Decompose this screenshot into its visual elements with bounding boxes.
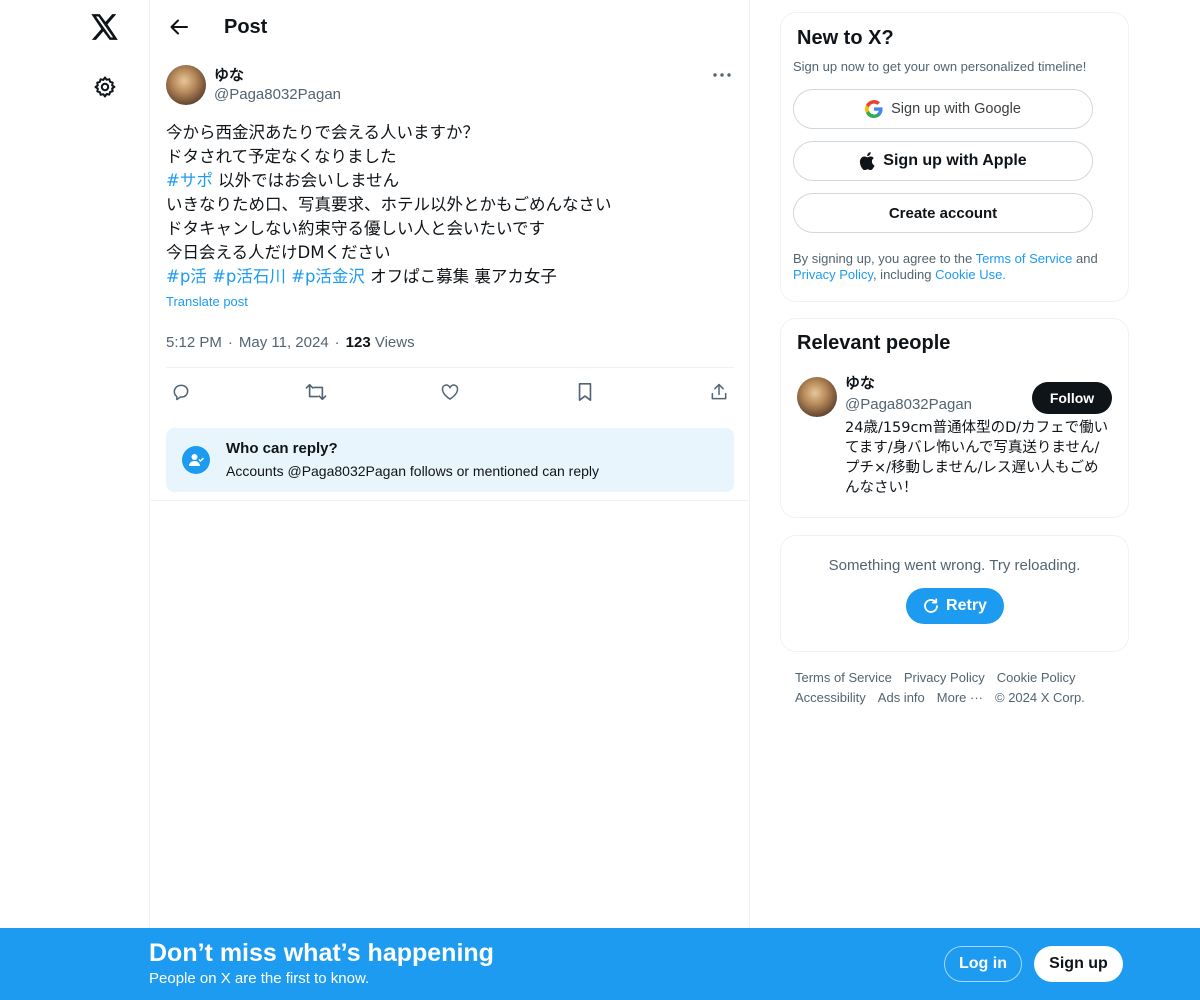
share-icon[interactable] bbox=[708, 381, 730, 403]
create-account-button[interactable]: Create account bbox=[793, 193, 1093, 233]
signup-google-button[interactable]: Sign up with Google bbox=[793, 89, 1093, 129]
hashtag-link[interactable]: #p活金沢 bbox=[291, 267, 365, 286]
legal-text: and bbox=[1072, 251, 1098, 266]
page-title: Post bbox=[224, 15, 268, 38]
footer-ads-link[interactable]: Ads info bbox=[878, 688, 925, 708]
post-line: #サポ 以外ではお会いしません bbox=[166, 169, 734, 193]
footer-cookie-link[interactable]: Cookie Policy bbox=[997, 668, 1076, 688]
more-options-icon[interactable] bbox=[710, 67, 734, 83]
post-text: 今から西金沢あたりで会える人いますか？ ドタされて予定なくなりました #サポ 以… bbox=[166, 121, 734, 314]
hashtag-link[interactable]: #p活石川 bbox=[212, 267, 286, 286]
footer-privacy-link[interactable]: Privacy Policy bbox=[904, 668, 985, 688]
person-bio: 24歳/159cm普通体型のD/カフェで働いてます/身バレ怖いんで写真送りません… bbox=[845, 420, 1109, 496]
avatar[interactable] bbox=[797, 377, 837, 417]
copyright: © 2024 X Corp. bbox=[995, 690, 1085, 705]
who-can-reply-text: Who can reply? Accounts @Paga8032Pagan f… bbox=[226, 439, 599, 481]
new-to-x-title: New to X? bbox=[797, 27, 894, 49]
footer-tos-link[interactable]: Terms of Service bbox=[795, 668, 892, 688]
relevant-people-title: Relevant people bbox=[797, 332, 951, 354]
reply-icon[interactable] bbox=[170, 381, 192, 403]
author-info: ゆな @Paga8032Pagan bbox=[214, 65, 341, 105]
post-line: ドタされて予定なくなりました bbox=[166, 147, 397, 166]
back-arrow-icon[interactable] bbox=[168, 16, 190, 38]
legal-text: , including bbox=[872, 267, 936, 282]
relevant-people-card: Relevant people ゆな @Paga8032Pagan 24歳/15… bbox=[780, 318, 1129, 518]
signup-apple-label: Sign up with Apple bbox=[883, 152, 1027, 169]
views-count: 123 bbox=[345, 334, 371, 351]
error-message: Something went wrong. Try reloading. bbox=[828, 557, 1081, 574]
new-to-x-card: New to X? Sign up now to get your own pe… bbox=[780, 12, 1129, 302]
post-actions-bar bbox=[166, 368, 734, 416]
like-heart-icon[interactable] bbox=[439, 381, 461, 403]
post-tags-line: #p活 #p活石川 #p活金沢 オフぱこ募集 裏アカ女子 bbox=[166, 265, 734, 289]
retry-button[interactable]: Retry bbox=[905, 588, 1004, 624]
hashtag-link[interactable]: #サポ bbox=[166, 171, 213, 190]
post-time[interactable]: 5:12 PM bbox=[166, 334, 222, 351]
views-label: Views bbox=[374, 334, 415, 351]
post-line-text: オフぱこ募集 裏アカ女子 bbox=[364, 267, 557, 286]
post-line-text: 以外ではお会いしません bbox=[212, 171, 400, 190]
apple-icon bbox=[859, 152, 875, 170]
privacy-link[interactable]: Privacy Policy bbox=[793, 267, 873, 282]
translate-post-link[interactable]: Translate post bbox=[166, 290, 248, 314]
who-can-reply-box: Who can reply? Accounts @Paga8032Pagan f… bbox=[166, 428, 734, 492]
post-detail: ゆな @Paga8032Pagan 今から西金沢あたりで会える人いますか？ ドタ… bbox=[150, 0, 750, 501]
signup-legal-text: By signing up, you agree to the Terms of… bbox=[793, 251, 1112, 283]
retry-label: Retry bbox=[946, 597, 987, 614]
left-nav bbox=[0, 0, 150, 1000]
footer-accessibility-link[interactable]: Accessibility bbox=[795, 688, 866, 708]
trends-error-card: Something went wrong. Try reloading. Ret… bbox=[780, 535, 1129, 652]
banner-subtitle: People on X are the first to know. bbox=[149, 970, 370, 987]
google-icon bbox=[865, 100, 883, 118]
terms-link[interactable]: Terms of Service bbox=[976, 251, 1073, 266]
footer-links: Terms of Service Privacy Policy Cookie Pol… bbox=[795, 668, 1125, 708]
cookie-link[interactable]: Cookie Use. bbox=[935, 267, 1006, 282]
post-line: いきなりため口、写真要求、ホテル以外とかもごめんなさい bbox=[166, 195, 612, 214]
login-banner: Don’t miss what’s happening People on X … bbox=[0, 928, 1200, 1000]
signup-google-label: Sign up with Google bbox=[891, 101, 1021, 117]
separator-dot: · bbox=[334, 334, 340, 351]
mention-user-icon bbox=[182, 446, 210, 474]
signup-apple-button[interactable]: Sign up with Apple bbox=[793, 141, 1093, 181]
bookmark-icon[interactable] bbox=[574, 381, 596, 403]
avatar[interactable] bbox=[166, 65, 206, 105]
signup-button[interactable]: Sign up bbox=[1034, 946, 1123, 982]
who-can-reply-desc: Accounts @Paga8032Pagan follows or menti… bbox=[226, 463, 599, 479]
refresh-icon bbox=[922, 597, 940, 615]
x-logo-icon[interactable] bbox=[88, 10, 122, 44]
author-handle[interactable]: @Paga8032Pagan bbox=[214, 85, 341, 105]
post-author-row: ゆな @Paga8032Pagan bbox=[166, 65, 734, 105]
hashtag-link[interactable]: #p活 bbox=[166, 267, 207, 286]
who-can-reply-title: Who can reply? bbox=[226, 440, 338, 457]
footer-more-link[interactable]: More ··· bbox=[937, 688, 983, 708]
new-to-x-subtitle: Sign up now to get your own personalized… bbox=[793, 59, 1087, 74]
repost-icon[interactable] bbox=[305, 381, 327, 403]
settings-gear-icon[interactable] bbox=[88, 70, 122, 104]
legal-text: By signing up, you agree to the bbox=[793, 251, 976, 266]
banner-title: Don’t miss what’s happening bbox=[149, 939, 494, 967]
login-button[interactable]: Log in bbox=[944, 946, 1022, 982]
post-header: Post bbox=[150, 0, 750, 54]
author-name[interactable]: ゆな bbox=[214, 65, 341, 85]
post-line: ドタキャンしない約束守る優しい人と会いたいです bbox=[166, 219, 546, 238]
relevant-person[interactable]: ゆな @Paga8032Pagan 24歳/159cm普通体型のD/カフェで働い… bbox=[797, 374, 1112, 498]
follow-button[interactable]: Follow bbox=[1032, 382, 1112, 414]
separator-dot: · bbox=[227, 334, 233, 351]
main-column: ゆな @Paga8032Pagan 今から西金沢あたりで会える人いますか？ ドタ… bbox=[149, 0, 750, 1000]
post-date[interactable]: May 11, 2024 bbox=[239, 334, 329, 351]
post-meta: 5:12 PM · May 11, 2024 · 123 Views bbox=[166, 334, 734, 368]
post-line: 今日会える人だけDMください bbox=[166, 243, 391, 262]
post-line: 今から西金沢あたりで会える人いますか？ bbox=[166, 123, 480, 142]
